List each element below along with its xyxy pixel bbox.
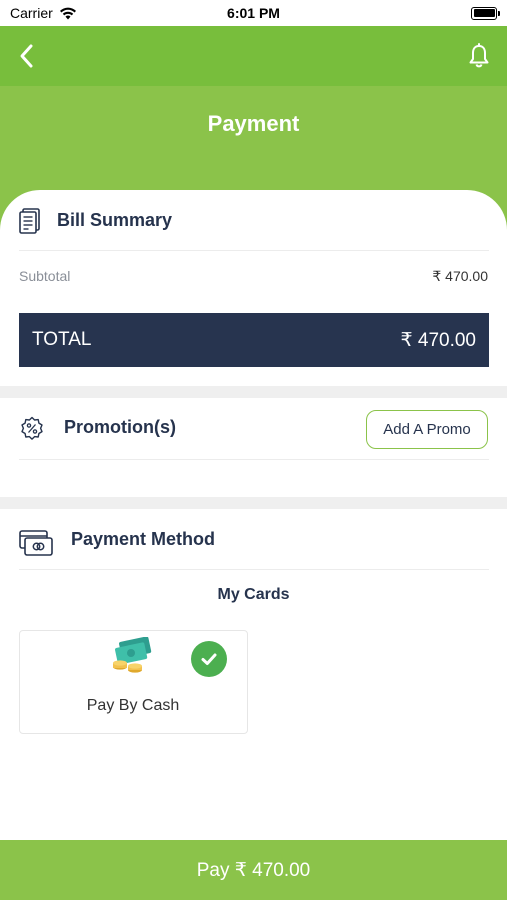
pay-button[interactable]: Pay ₹ 470.00 <box>0 840 507 900</box>
chevron-left-icon <box>20 44 33 68</box>
page-title: Payment <box>207 111 300 136</box>
section-separator <box>0 386 507 398</box>
selected-check-icon <box>191 641 227 677</box>
section-separator <box>0 497 507 509</box>
subtotal-value: ₹ 470.00 <box>432 268 488 284</box>
status-bar: Carrier 6:01 PM <box>0 0 507 26</box>
payment-method-title: Payment Method <box>71 529 216 549</box>
subtotal-label: Subtotal <box>19 268 71 284</box>
wifi-icon <box>59 7 76 19</box>
total-value: ₹ 470.00 <box>400 329 476 351</box>
bill-summary-title: Bill Summary <box>57 210 173 230</box>
my-cards-label: My Cards <box>217 586 290 603</box>
card-icon <box>19 530 53 561</box>
divider <box>19 250 489 251</box>
notifications-button[interactable] <box>465 42 493 70</box>
navbar <box>0 26 507 86</box>
back-button[interactable] <box>14 42 42 70</box>
cash-icon <box>113 637 152 673</box>
discount-badge-icon <box>19 416 45 447</box>
total-label: TOTAL <box>32 329 92 350</box>
add-promo-button[interactable]: Add A Promo <box>366 410 488 449</box>
promotions-title: Promotion(s) <box>64 417 176 437</box>
payment-option-label: Pay By Cash <box>86 697 180 714</box>
carrier-label: Carrier <box>10 5 53 21</box>
receipt-icon <box>19 208 41 239</box>
total-bar: TOTAL ₹ 470.00 <box>19 313 489 367</box>
bell-icon <box>469 43 489 68</box>
divider <box>19 459 489 460</box>
battery-icon <box>471 6 500 20</box>
content-sheet: Bill Summary Subtotal ₹ 470.00 TOTAL ₹ 4… <box>0 190 507 840</box>
payment-option-cash[interactable]: Pay By Cash <box>19 630 248 734</box>
status-left: Carrier <box>10 5 77 21</box>
divider <box>19 569 489 570</box>
